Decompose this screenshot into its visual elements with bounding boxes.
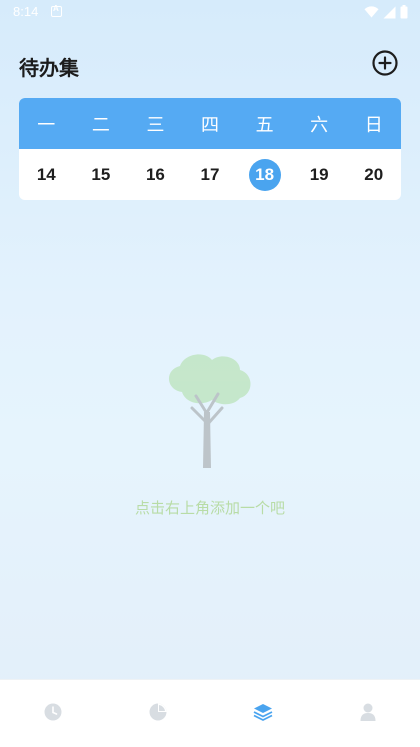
- signal-icon: [383, 6, 396, 18]
- status-time: 8:14: [13, 4, 39, 19]
- weekday-tue: 二: [91, 114, 110, 136]
- date-number: 20: [364, 164, 384, 184]
- nav-item-todo[interactable]: [210, 678, 315, 745]
- layers-icon: [253, 703, 272, 721]
- weekday-thu: 四: [201, 114, 220, 136]
- date-cell[interactable]: 17: [183, 149, 238, 200]
- nav-item-profile[interactable]: [315, 678, 420, 745]
- date-number: 15: [91, 164, 111, 184]
- status-icons: [364, 5, 408, 19]
- bottom-nav: [0, 679, 420, 747]
- pie-chart-icon: [149, 703, 166, 720]
- weekday-wed: 三: [146, 114, 165, 136]
- nav-item-clock[interactable]: [0, 678, 105, 745]
- date-number-selected: 18: [248, 158, 281, 191]
- add-circle-icon: [372, 50, 398, 76]
- date-cell[interactable]: 20: [346, 149, 401, 200]
- date-number: 19: [309, 164, 329, 184]
- add-button[interactable]: [372, 50, 398, 76]
- date-cell[interactable]: 16: [128, 149, 183, 200]
- date-number: 14: [36, 164, 56, 184]
- tree-icon: [168, 354, 251, 468]
- weekday-mon: 一: [37, 114, 56, 136]
- date-cell[interactable]: 15: [74, 149, 129, 200]
- weekday-header-row: 一 二 三 四 五 六 日: [19, 98, 401, 149]
- date-number: 17: [200, 164, 220, 184]
- weekday-fri: 五: [255, 114, 274, 136]
- person-icon: [360, 703, 375, 721]
- clock-icon: [44, 703, 61, 720]
- page-title: 待办集: [19, 56, 79, 80]
- weekday-sat: 六: [310, 114, 329, 136]
- date-cell[interactable]: 19: [292, 149, 347, 200]
- date-row: 14 15 16 17 18 19 20: [19, 149, 401, 200]
- empty-state-illustration: [160, 352, 260, 472]
- battery-icon: [400, 5, 408, 19]
- date-cell-selected[interactable]: 18: [237, 149, 292, 200]
- weekday-sun: 日: [364, 114, 383, 136]
- android-notification-icon: [51, 4, 62, 17]
- week-calendar: 一 二 三 四 五 六 日 14 15 16 17 18 19 20: [19, 98, 401, 200]
- status-bar: 8:14: [0, 0, 420, 24]
- nav-item-stats[interactable]: [105, 678, 210, 745]
- date-number: 16: [145, 164, 165, 184]
- wifi-icon: [364, 6, 379, 18]
- date-cell[interactable]: 14: [19, 149, 74, 200]
- empty-state-text: 点击右上角添加一个吧: [134, 499, 285, 517]
